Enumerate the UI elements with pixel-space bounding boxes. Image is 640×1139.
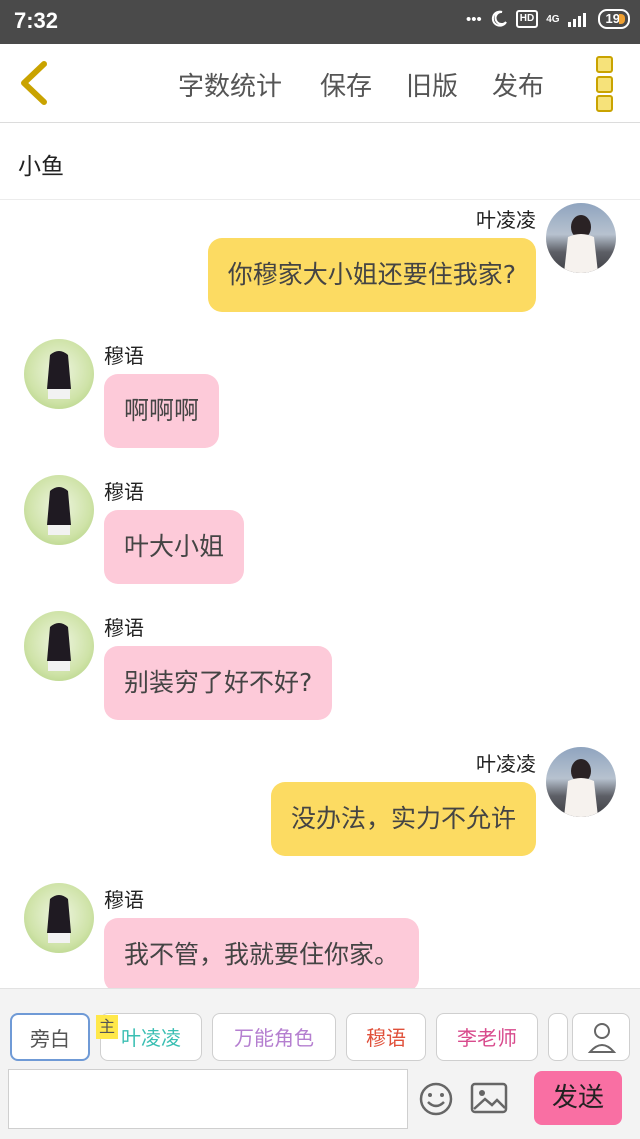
- image-icon: [470, 1082, 508, 1114]
- smiley-icon: [419, 1082, 453, 1116]
- role-chip[interactable]: 穆语: [346, 1013, 426, 1061]
- avatar-figure-icon: [564, 759, 598, 817]
- role-chip-partial[interactable]: [548, 1013, 568, 1061]
- story-title-row[interactable]: 小鱼: [0, 123, 640, 200]
- send-button[interactable]: 发送: [534, 1071, 622, 1125]
- publish-button[interactable]: 发布: [492, 66, 544, 103]
- role-chip-narration[interactable]: 旁白: [10, 1013, 90, 1061]
- status-bar: 7:32 ••• HD 4G 19: [0, 0, 640, 44]
- avatar-figure-icon: [47, 895, 71, 943]
- composer-panel: 旁白 叶凌凌 主 万能角色 穆语 李老师 发送: [0, 988, 640, 1139]
- word-count-button[interactable]: 字数统计: [178, 66, 282, 103]
- status-icons: ••• HD 4G 19: [466, 9, 630, 29]
- avatar-figure-icon: [47, 487, 71, 535]
- message-input[interactable]: [8, 1069, 408, 1129]
- sender-name: 穆语: [104, 616, 144, 640]
- back-button[interactable]: [14, 58, 58, 108]
- top-toolbar: 字数统计 保存 旧版 发布: [0, 44, 640, 123]
- save-button[interactable]: 保存: [320, 66, 372, 103]
- message-bubble[interactable]: 我不管，我就要住你家。: [104, 918, 420, 988]
- hd-icon: HD: [515, 10, 539, 28]
- add-role-button[interactable]: [572, 1013, 630, 1061]
- image-button[interactable]: [470, 1081, 508, 1115]
- story-title: 小鱼: [18, 154, 64, 180]
- avatar-figure-icon: [47, 623, 71, 671]
- sender-name: 穆语: [104, 344, 144, 368]
- role-chip[interactable]: 万能角色: [212, 1013, 336, 1061]
- sender-name: 叶凌凌: [476, 208, 536, 232]
- signal-icon: [567, 13, 586, 27]
- avatar[interactable]: [546, 747, 616, 817]
- moon-icon: [491, 10, 507, 27]
- sender-name: 穆语: [104, 480, 144, 504]
- avatar[interactable]: [24, 475, 94, 545]
- person-icon: [587, 1023, 617, 1053]
- message-bubble[interactable]: 叶大小姐: [104, 510, 245, 584]
- more-dots-icon: •••: [465, 10, 482, 28]
- avatar[interactable]: [24, 883, 94, 953]
- role-chip[interactable]: 李老师: [436, 1013, 538, 1061]
- avatar-figure-icon: [564, 215, 598, 273]
- sender-name: 穆语: [104, 888, 144, 912]
- avatar-figure-icon: [47, 351, 71, 399]
- old-version-button[interactable]: 旧版: [406, 66, 458, 103]
- battery-icon: 19: [597, 9, 630, 29]
- main-role-badge: 主: [96, 1015, 118, 1039]
- network-label: 4G: [546, 13, 560, 25]
- avatar[interactable]: [24, 339, 94, 409]
- chevron-left-icon: [21, 61, 47, 105]
- message-bubble[interactable]: 你穆家大小姐还要住我家?: [207, 238, 536, 312]
- sender-name: 叶凌凌: [476, 752, 536, 776]
- status-time: 7:32: [14, 8, 59, 33]
- chat-area[interactable]: 叶凌凌 你穆家大小姐还要住我家? 穆语 啊啊啊 穆语 叶大小姐 穆语 别装穷了好…: [0, 200, 640, 988]
- more-menu-icon[interactable]: [590, 56, 618, 112]
- avatar[interactable]: [24, 611, 94, 681]
- message-bubble[interactable]: 没办法，实力不允许: [270, 782, 536, 856]
- emoji-button[interactable]: [418, 1081, 454, 1117]
- message-bubble[interactable]: 别装穷了好不好?: [104, 646, 333, 720]
- avatar[interactable]: [546, 203, 616, 273]
- message-bubble[interactable]: 啊啊啊: [104, 374, 220, 448]
